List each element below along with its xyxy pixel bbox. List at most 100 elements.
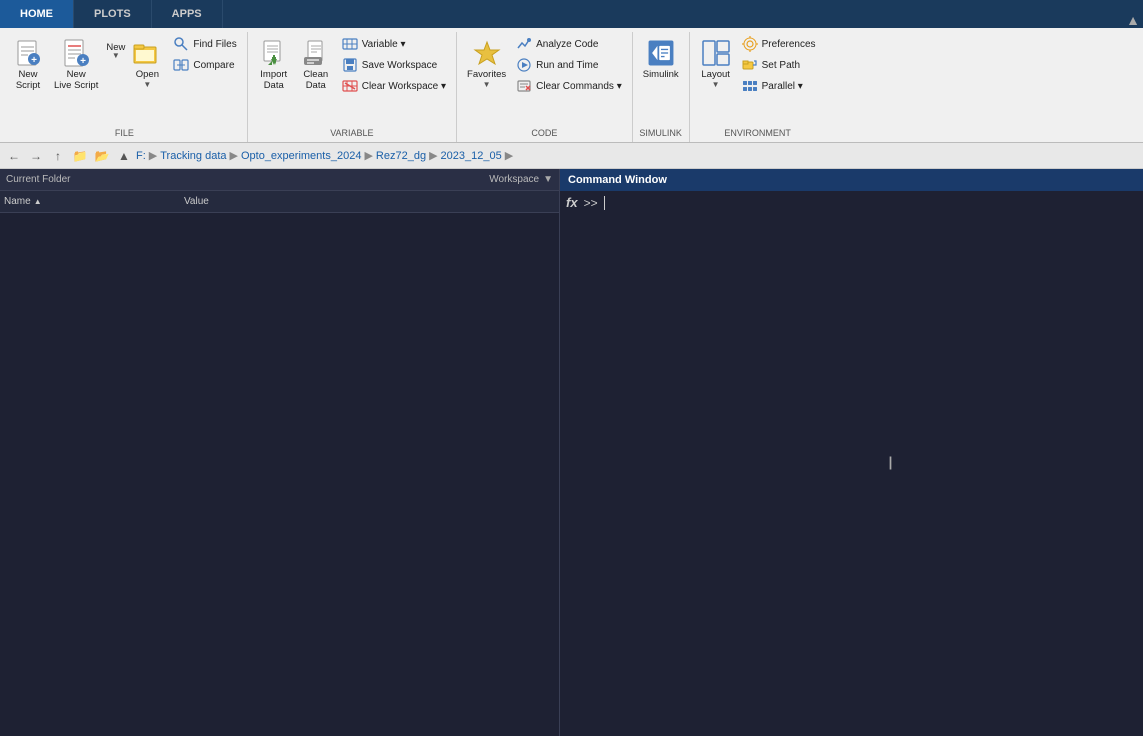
variable-button[interactable]: Variable ▾: [338, 34, 450, 54]
environment-group-label: ENVIRONMENT: [696, 126, 820, 140]
run-and-time-button[interactable]: Run and Time: [512, 55, 626, 75]
cursor-beam: [604, 196, 605, 210]
import-data-button[interactable]: ImportData: [254, 34, 294, 95]
import-data-icon: [258, 37, 290, 69]
analyze-code-button[interactable]: Analyze Code: [512, 34, 626, 54]
minimize-icon[interactable]: ▲: [1123, 12, 1143, 28]
left-panel-header: Current Folder Workspace ▼: [0, 169, 559, 191]
import-data-label: ImportData: [260, 69, 287, 92]
layout-arrow: ▼: [712, 80, 720, 89]
open-arrow: ▼: [143, 80, 151, 89]
compare-icon: [173, 57, 189, 73]
ribbon: + NewScript: [0, 28, 1143, 143]
tab-bar: HOME PLOTS APPS ▲: [0, 0, 1143, 28]
compare-label: Compare: [193, 60, 234, 71]
clear-commands-label: Clear Commands ▾: [536, 81, 622, 92]
back-button[interactable]: ←: [4, 146, 24, 166]
layout-label: Layout: [701, 69, 730, 80]
col-value-header[interactable]: Value: [184, 196, 209, 207]
environment-group-items: Layout ▼: [696, 34, 820, 126]
new-live-script-button[interactable]: + NewLive Script: [50, 34, 102, 95]
run-and-time-label: Run and Time: [536, 60, 598, 71]
breadcrumb-f[interactable]: F:: [136, 150, 146, 162]
command-window-body[interactable]: fx >> I: [560, 191, 1143, 736]
layout-icon: [700, 37, 732, 69]
find-files-button[interactable]: Find Files: [169, 34, 240, 54]
new-script-button[interactable]: + NewScript: [8, 34, 48, 95]
open-button[interactable]: Open ▼: [127, 34, 167, 92]
ribbon-group-environment: Layout ▼: [690, 32, 826, 142]
favorites-label: Favorites: [467, 69, 506, 80]
panel-columns: Name ▲ Value: [0, 191, 559, 213]
command-window-header: Command Window: [560, 169, 1143, 191]
preferences-button[interactable]: Preferences: [738, 34, 820, 54]
layout-button[interactable]: Layout ▼: [696, 34, 736, 92]
tab-apps[interactable]: APPS: [152, 0, 223, 28]
col-name-header[interactable]: Name ▲: [4, 196, 184, 207]
tab-home[interactable]: HOME: [0, 0, 74, 28]
up-button[interactable]: ↑: [48, 146, 68, 166]
variable-icon: [342, 36, 358, 52]
file-group-items: + NewScript: [8, 34, 241, 126]
open-label: Open: [136, 69, 159, 80]
variable-label: Variable ▾: [362, 39, 406, 50]
breadcrumb-date[interactable]: 2023_12_05: [441, 150, 502, 162]
favorites-button[interactable]: Favorites ▼: [463, 34, 510, 92]
clear-commands-icon: [516, 78, 532, 94]
set-path-icon: [742, 57, 758, 73]
svg-text:+: +: [80, 56, 86, 67]
analyze-code-label: Analyze Code: [536, 39, 598, 50]
clear-workspace-button[interactable]: Clear Workspace ▾: [338, 76, 450, 96]
favorites-icon: [471, 37, 503, 69]
clean-data-button[interactable]: CleanData: [296, 34, 336, 95]
browse-button[interactable]: 📂: [92, 146, 112, 166]
address-bar: ← → ↑ 📁 📂 ▲ F: ▶ Tracking data ▶ Opto_ex…: [0, 143, 1143, 169]
ribbon-group-simulink: Simulink SIMULINK: [633, 32, 690, 142]
current-folder-title: Current Folder: [6, 174, 70, 185]
col-name-label: Name: [4, 196, 31, 207]
set-path-button[interactable]: Set Path: [738, 55, 820, 75]
clear-commands-button[interactable]: Clear Commands ▾: [512, 76, 626, 96]
svg-text:+: +: [31, 55, 37, 66]
breadcrumb-opto[interactable]: Opto_experiments_2024: [241, 150, 361, 162]
workspace-dropdown-icon[interactable]: ▼: [543, 174, 553, 185]
breadcrumb-tracking[interactable]: Tracking data: [160, 150, 226, 162]
clear-workspace-label: Clear Workspace ▾: [362, 81, 446, 92]
prompt-symbol: >>: [584, 196, 598, 210]
find-files-icon: [173, 36, 189, 52]
new-dropdown-button[interactable]: New ▼: [106, 42, 125, 60]
parallel-button[interactable]: Parallel ▾: [738, 76, 820, 96]
left-panel: Current Folder Workspace ▼ Name ▲ Value: [0, 169, 560, 736]
save-workspace-button[interactable]: Save Workspace: [338, 55, 450, 75]
clear-workspace-icon: [342, 78, 358, 94]
simulink-icon: [645, 37, 677, 69]
simulink-group-label: SIMULINK: [639, 126, 683, 140]
save-workspace-label: Save Workspace: [362, 60, 437, 71]
save-workspace-icon: [342, 57, 358, 73]
folder-icon[interactable]: 📁: [70, 146, 90, 166]
command-prompt: fx >>: [566, 195, 1137, 210]
open-icon: [131, 37, 163, 69]
folder-up-button[interactable]: ▲: [114, 146, 134, 166]
simulink-button[interactable]: Simulink: [639, 34, 683, 83]
tab-plots[interactable]: PLOTS: [74, 0, 152, 28]
code-group-label: CODE: [463, 126, 626, 140]
new-dropdown-arrow: ▼: [112, 51, 120, 60]
parallel-label: Parallel ▾: [762, 81, 803, 92]
sort-icon: ▲: [34, 197, 42, 206]
code-group-items: Favorites ▼ Analyze Code: [463, 34, 626, 126]
left-panel-body: [0, 213, 559, 736]
workspace-label: Workspace: [489, 174, 539, 185]
preferences-label: Preferences: [762, 39, 816, 50]
find-files-label: Find Files: [193, 39, 236, 50]
ribbon-group-variable: ImportData: [248, 32, 457, 142]
breadcrumb: F: ▶ Tracking data ▶ Opto_experiments_20…: [136, 149, 515, 162]
file-group-label: FILE: [8, 126, 241, 140]
new-live-script-label: NewLive Script: [54, 69, 98, 92]
forward-button[interactable]: →: [26, 146, 46, 166]
breadcrumb-rez[interactable]: Rez72_dg: [376, 150, 426, 162]
compare-button[interactable]: Compare: [169, 55, 240, 75]
parallel-icon: [742, 78, 758, 94]
variable-group-label: VARIABLE: [254, 126, 450, 140]
run-and-time-icon: [516, 57, 532, 73]
